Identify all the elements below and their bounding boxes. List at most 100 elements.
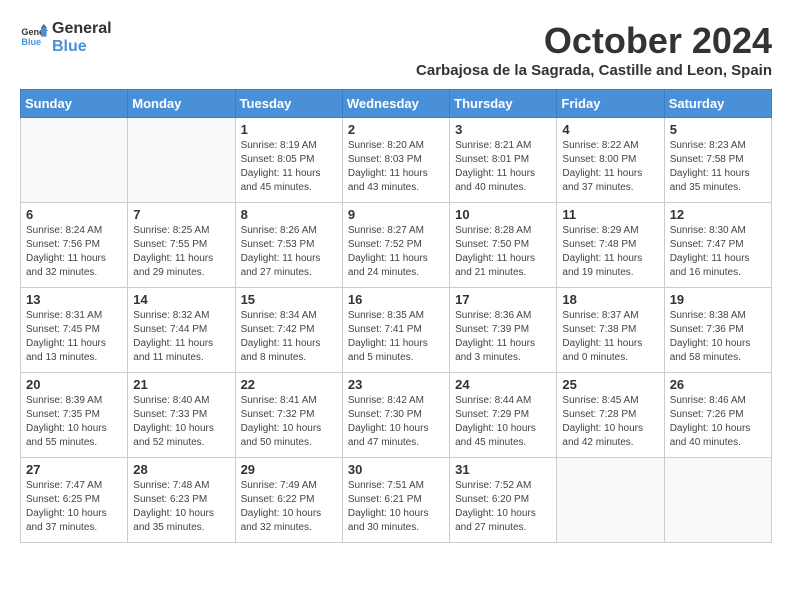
day-info: Sunrise: 8:25 AM Sunset: 7:55 PM Dayligh… [133, 224, 229, 280]
day-info: Sunrise: 8:42 AM Sunset: 7:30 PM Dayligh… [348, 394, 444, 450]
calendar-cell: 13 Sunrise: 8:31 AM Sunset: 7:45 PM Dayli… [21, 288, 128, 373]
day-number: 8 [241, 207, 337, 222]
day-of-week-header: Wednesday [342, 90, 449, 118]
header: General Blue General Blue October 2024 C… [20, 20, 772, 79]
title-block: October 2024 Carbajosa de la Sagrada, Ca… [416, 20, 772, 79]
day-of-week-header: Saturday [664, 90, 771, 118]
day-number: 30 [348, 462, 444, 477]
day-info: Sunrise: 8:22 AM Sunset: 8:00 PM Dayligh… [562, 139, 658, 195]
month-title: October 2024 [416, 20, 772, 62]
day-number: 31 [455, 462, 551, 477]
calendar-week-row: 13 Sunrise: 8:31 AM Sunset: 7:45 PM Dayli… [21, 288, 772, 373]
day-number: 17 [455, 292, 551, 307]
day-info: Sunrise: 8:36 AM Sunset: 7:39 PM Dayligh… [455, 309, 551, 365]
day-number: 7 [133, 207, 229, 222]
calendar-table: SundayMondayTuesdayWednesdayThursdayFrid… [20, 89, 772, 543]
day-info: Sunrise: 8:46 AM Sunset: 7:26 PM Dayligh… [670, 394, 766, 450]
day-number: 23 [348, 377, 444, 392]
calendar-cell: 9 Sunrise: 8:27 AM Sunset: 7:52 PM Daylig… [342, 203, 449, 288]
day-info: Sunrise: 8:27 AM Sunset: 7:52 PM Dayligh… [348, 224, 444, 280]
calendar-cell: 20Sunrise: 8:39 AM Sunset: 7:35 PM Dayli… [21, 373, 128, 458]
day-info: Sunrise: 8:32 AM Sunset: 7:44 PM Dayligh… [133, 309, 229, 365]
day-number: 21 [133, 377, 229, 392]
day-number: 28 [133, 462, 229, 477]
day-info: Sunrise: 7:52 AM Sunset: 6:20 PM Dayligh… [455, 479, 551, 535]
day-number: 2 [348, 122, 444, 137]
calendar-cell: 6 Sunrise: 8:24 AM Sunset: 7:56 PM Daylig… [21, 203, 128, 288]
calendar-cell: 28 Sunrise: 7:48 AM Sunset: 6:23 PM Dayli… [128, 458, 235, 543]
calendar-cell: 27 Sunrise: 7:47 AM Sunset: 6:25 PM Dayli… [21, 458, 128, 543]
day-info: Sunrise: 7:49 AM Sunset: 6:22 PM Dayligh… [241, 479, 337, 535]
day-number: 4 [562, 122, 658, 137]
calendar-cell: 7 Sunrise: 8:25 AM Sunset: 7:55 PM Daylig… [128, 203, 235, 288]
location-title: Carbajosa de la Sagrada, Castille and Le… [416, 62, 772, 79]
day-info: Sunrise: 8:38 AM Sunset: 7:36 PM Dayligh… [670, 309, 766, 365]
day-number: 29 [241, 462, 337, 477]
day-number: 1 [241, 122, 337, 137]
calendar-cell: 16Sunrise: 8:35 AM Sunset: 7:41 PM Dayli… [342, 288, 449, 373]
day-info: Sunrise: 8:29 AM Sunset: 7:48 PM Dayligh… [562, 224, 658, 280]
calendar-cell: 5 Sunrise: 8:23 AM Sunset: 7:58 PM Daylig… [664, 118, 771, 203]
calendar-cell: 12 Sunrise: 8:30 AM Sunset: 7:47 PM Dayli… [664, 203, 771, 288]
day-of-week-header: Sunday [21, 90, 128, 118]
calendar-cell: 15 Sunrise: 8:34 AM Sunset: 7:42 PM Dayli… [235, 288, 342, 373]
calendar-cell: 26 Sunrise: 8:46 AM Sunset: 7:26 PM Dayli… [664, 373, 771, 458]
day-info: Sunrise: 8:21 AM Sunset: 8:01 PM Dayligh… [455, 139, 551, 195]
calendar-cell: 8 Sunrise: 8:26 AM Sunset: 7:53 PM Daylig… [235, 203, 342, 288]
day-number: 5 [670, 122, 766, 137]
day-number: 27 [26, 462, 122, 477]
day-number: 12 [670, 207, 766, 222]
day-number: 14 [133, 292, 229, 307]
calendar-cell [21, 118, 128, 203]
day-info: Sunrise: 8:20 AM Sunset: 8:03 PM Dayligh… [348, 139, 444, 195]
day-number: 3 [455, 122, 551, 137]
logo: General Blue General Blue [20, 20, 112, 55]
day-info: Sunrise: 7:51 AM Sunset: 6:21 PM Dayligh… [348, 479, 444, 535]
calendar-week-row: 20Sunrise: 8:39 AM Sunset: 7:35 PM Dayli… [21, 373, 772, 458]
day-number: 9 [348, 207, 444, 222]
day-info: Sunrise: 8:26 AM Sunset: 7:53 PM Dayligh… [241, 224, 337, 280]
calendar-cell: 18Sunrise: 8:37 AM Sunset: 7:38 PM Dayli… [557, 288, 664, 373]
day-of-week-header: Thursday [450, 90, 557, 118]
calendar-cell: 24 Sunrise: 8:44 AM Sunset: 7:29 PM Dayli… [450, 373, 557, 458]
calendar-cell: 29 Sunrise: 7:49 AM Sunset: 6:22 PM Dayli… [235, 458, 342, 543]
day-info: Sunrise: 8:31 AM Sunset: 7:45 PM Dayligh… [26, 309, 122, 365]
calendar-cell: 25Sunrise: 8:45 AM Sunset: 7:28 PM Dayli… [557, 373, 664, 458]
day-number: 18 [562, 292, 658, 307]
calendar-cell: 4 Sunrise: 8:22 AM Sunset: 8:00 PM Daylig… [557, 118, 664, 203]
day-number: 15 [241, 292, 337, 307]
day-number: 10 [455, 207, 551, 222]
calendar-cell [128, 118, 235, 203]
day-info: Sunrise: 8:41 AM Sunset: 7:32 PM Dayligh… [241, 394, 337, 450]
day-number: 13 [26, 292, 122, 307]
calendar-header-row: SundayMondayTuesdayWednesdayThursdayFrid… [21, 90, 772, 118]
day-info: Sunrise: 8:28 AM Sunset: 7:50 PM Dayligh… [455, 224, 551, 280]
day-info: Sunrise: 8:24 AM Sunset: 7:56 PM Dayligh… [26, 224, 122, 280]
calendar-cell: 11 Sunrise: 8:29 AM Sunset: 7:48 PM Dayli… [557, 203, 664, 288]
day-info: Sunrise: 8:34 AM Sunset: 7:42 PM Dayligh… [241, 309, 337, 365]
day-info: Sunrise: 7:48 AM Sunset: 6:23 PM Dayligh… [133, 479, 229, 535]
svg-text:Blue: Blue [21, 37, 41, 47]
day-info: Sunrise: 8:39 AM Sunset: 7:35 PM Dayligh… [26, 394, 122, 450]
day-number: 26 [670, 377, 766, 392]
calendar-cell: 19Sunrise: 8:38 AM Sunset: 7:36 PM Dayli… [664, 288, 771, 373]
logo-icon: General Blue [20, 24, 48, 52]
day-info: Sunrise: 7:47 AM Sunset: 6:25 PM Dayligh… [26, 479, 122, 535]
day-info: Sunrise: 8:40 AM Sunset: 7:33 PM Dayligh… [133, 394, 229, 450]
calendar-cell: 23 Sunrise: 8:42 AM Sunset: 7:30 PM Dayli… [342, 373, 449, 458]
logo-general: General [52, 20, 112, 38]
day-number: 11 [562, 207, 658, 222]
logo-blue: Blue [52, 38, 112, 56]
calendar-cell: 22Sunrise: 8:41 AM Sunset: 7:32 PM Dayli… [235, 373, 342, 458]
day-number: 6 [26, 207, 122, 222]
day-info: Sunrise: 8:44 AM Sunset: 7:29 PM Dayligh… [455, 394, 551, 450]
day-info: Sunrise: 8:30 AM Sunset: 7:47 PM Dayligh… [670, 224, 766, 280]
calendar-cell: 14 Sunrise: 8:32 AM Sunset: 7:44 PM Dayli… [128, 288, 235, 373]
calendar-cell: 30 Sunrise: 7:51 AM Sunset: 6:21 PM Dayli… [342, 458, 449, 543]
day-number: 24 [455, 377, 551, 392]
calendar-cell: 2 Sunrise: 8:20 AM Sunset: 8:03 PM Daylig… [342, 118, 449, 203]
day-info: Sunrise: 8:23 AM Sunset: 7:58 PM Dayligh… [670, 139, 766, 195]
day-of-week-header: Tuesday [235, 90, 342, 118]
calendar-week-row: 1Sunrise: 8:19 AM Sunset: 8:05 PM Daylig… [21, 118, 772, 203]
calendar-cell [557, 458, 664, 543]
